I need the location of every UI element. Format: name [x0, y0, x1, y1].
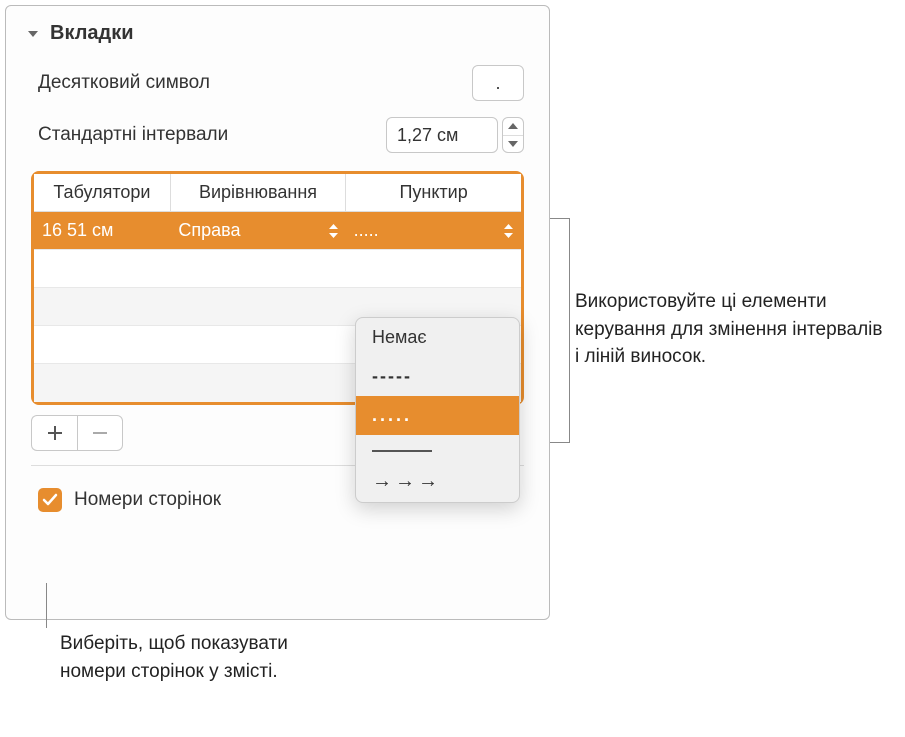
page-numbers-checkbox[interactable] [38, 488, 62, 512]
default-spacing-input[interactable] [386, 117, 498, 153]
stepper-up-button[interactable] [503, 118, 523, 136]
callout-bottom: Виберіть, щоб показувати номери сторінок… [60, 630, 340, 685]
popup-arrows-icon [504, 224, 513, 238]
callout-line [550, 218, 570, 443]
callout-line [46, 583, 47, 628]
disclosure-triangle-icon[interactable] [26, 27, 40, 41]
spacing-stepper [502, 117, 524, 153]
decimal-symbol-row: Десятковий символ [6, 57, 549, 109]
page-numbers-label: Номери сторінок [74, 489, 221, 511]
dropdown-option-dashes[interactable]: ----- [356, 357, 519, 396]
callout-right: Використовуйте ці елементи керування для… [575, 288, 885, 371]
decimal-symbol-label: Десятковий символ [38, 72, 210, 94]
cell-leader-popup[interactable]: ..... [346, 212, 521, 250]
tabs-panel: Вкладки Десятковий символ Стандартні інт… [5, 5, 550, 620]
decimal-symbol-input[interactable] [472, 65, 524, 101]
column-header-alignment[interactable]: Вирівнювання [170, 174, 345, 212]
remove-button[interactable] [77, 415, 123, 451]
dropdown-option-underscore[interactable] [356, 435, 519, 461]
table-row[interactable]: 16 51 см Справа ..... [34, 212, 521, 250]
stepper-down-button[interactable] [503, 136, 523, 153]
column-header-tabs[interactable]: Табулятори [34, 174, 170, 212]
cell-alignment-popup[interactable]: Справа [170, 212, 345, 250]
default-spacing-row: Стандартні інтервали [6, 109, 549, 161]
default-spacing-label: Стандартні інтервали [38, 124, 228, 146]
section-header[interactable]: Вкладки [6, 6, 549, 57]
dropdown-option-dots[interactable]: ..... [356, 396, 519, 435]
column-header-leader[interactable]: Пунктир [346, 174, 521, 212]
dropdown-option-arrows[interactable]: →→→ [356, 461, 519, 502]
dropdown-option-none[interactable]: Немає [356, 318, 519, 357]
add-button[interactable] [31, 415, 77, 451]
section-title: Вкладки [50, 22, 134, 45]
cell-tab-value[interactable]: 16 51 см [34, 212, 170, 250]
popup-arrows-icon [329, 224, 338, 238]
leader-dropdown: Немає ----- ..... →→→ [355, 317, 520, 503]
table-row[interactable] [34, 250, 521, 288]
